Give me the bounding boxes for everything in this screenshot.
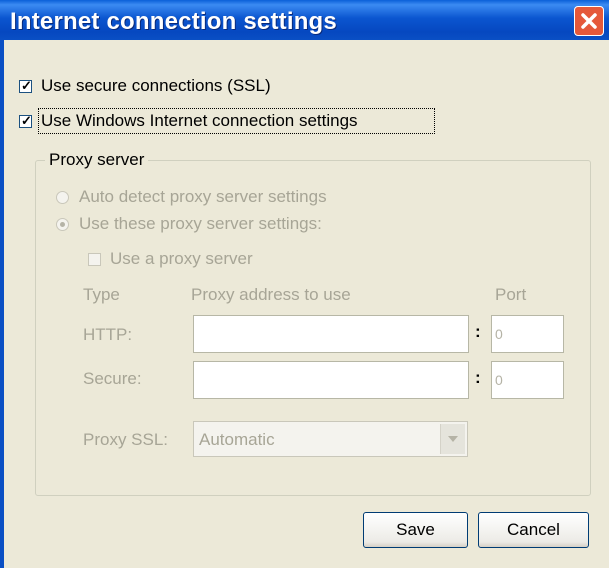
close-x-icon [581,13,597,29]
radio-selected-dot [60,222,65,227]
proxy-ssl-label: Proxy SSL: [83,430,169,449]
proxy-ssl-select[interactable]: Automatic [193,421,468,457]
windows-settings-label: Use Windows Internet connection settings [41,111,358,130]
proxy-ssl-value: Automatic [199,430,275,449]
title-bar: Internet connection settings [0,0,609,40]
secure-row-label: Secure: [83,369,142,388]
port-column-header: Port [495,285,527,304]
secure-address-input[interactable] [193,361,469,399]
use-proxy-label: Use a proxy server [110,249,253,268]
window-title: Internet connection settings [10,8,337,35]
use-these-settings-label: Use these proxy server settings: [79,214,322,233]
use-proxy-checkbox[interactable] [88,253,101,266]
save-button[interactable]: Save [363,512,468,548]
type-column-header: Type [83,285,120,304]
windows-settings-checkbox[interactable]: ✓ [19,113,32,128]
auto-detect-label: Auto detect proxy server settings [79,187,327,206]
secure-port-input[interactable]: 0 [491,361,564,399]
cancel-button[interactable]: Cancel [478,512,589,548]
checkmark-icon: ✓ [21,78,32,93]
http-port-input[interactable]: 0 [491,315,564,353]
http-row-label: HTTP: [83,325,133,344]
address-column-header: Proxy address to use [191,285,351,304]
secure-colon-separator: : [475,368,481,387]
window-left-border [0,40,4,568]
close-button[interactable] [574,6,604,36]
use-these-settings-radio[interactable] [56,218,69,231]
http-colon-separator: : [475,322,481,341]
auto-detect-radio[interactable] [56,191,69,204]
checkmark-icon: ✓ [21,113,32,128]
secure-connections-label: Use secure connections (SSL) [41,76,271,95]
secure-connections-checkbox[interactable]: ✓ [19,78,32,93]
http-address-input[interactable] [193,315,469,353]
dropdown-arrow-icon[interactable] [440,424,465,454]
proxy-server-group-label: Proxy server [45,150,149,170]
